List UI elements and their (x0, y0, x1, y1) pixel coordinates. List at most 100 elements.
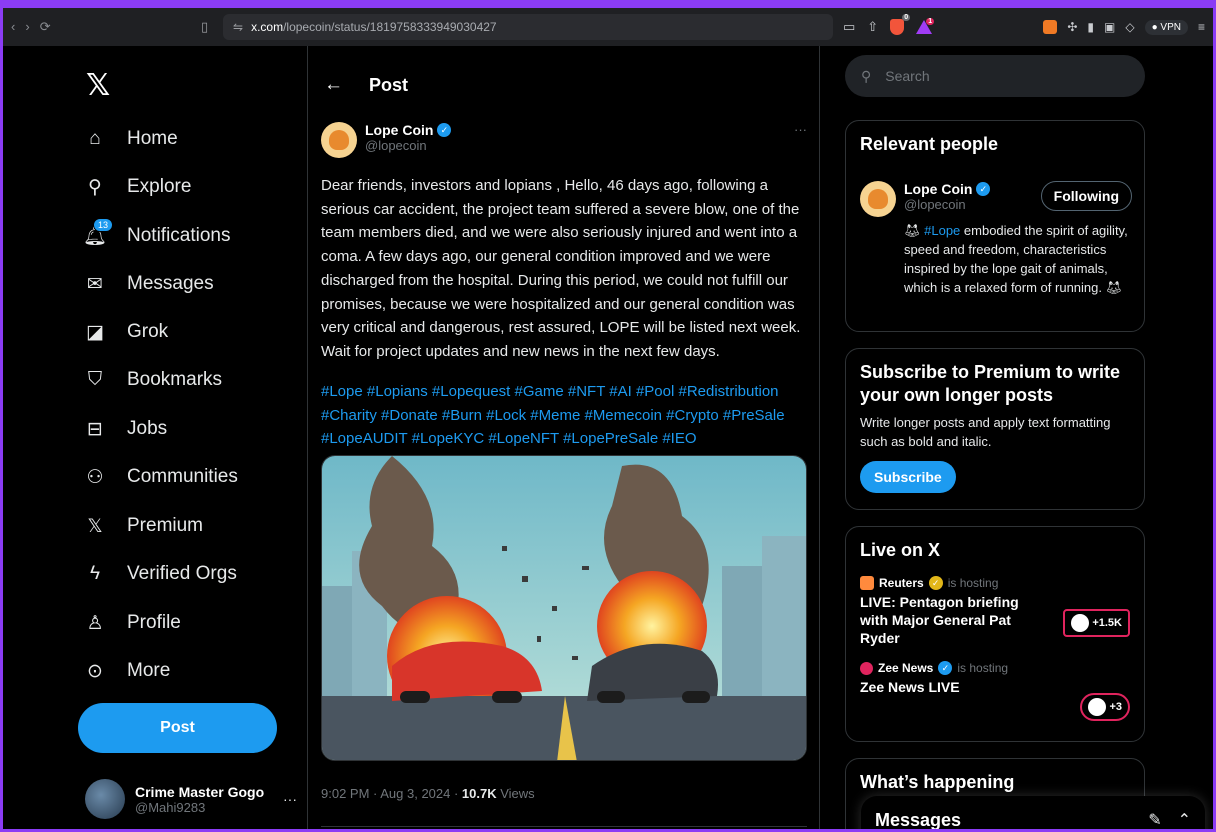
nav-label: Premium (127, 515, 204, 536)
author-name-row[interactable]: Lope Coin ✓ (365, 122, 452, 138)
live-item[interactable]: Reuters ✓ is hosting LIVE: Pentagon briefi… (860, 576, 1130, 647)
nav-label: Communities (127, 466, 238, 487)
nav-label: Grok (127, 321, 169, 342)
nav-item-profile[interactable]: ♙ Profile (83, 603, 181, 643)
more-circle-icon: ⊙ (87, 660, 103, 682)
subscribe-button[interactable]: Subscribe (860, 461, 956, 493)
post-author: Lope Coin ✓ @lopecoin ··· (321, 122, 807, 158)
live-hosting-label: is hosting (947, 576, 999, 590)
post-header: ← Post (324, 74, 408, 96)
search-box[interactable]: ⚲ (845, 55, 1145, 97)
site-settings-icon[interactable]: ⇋ (233, 20, 243, 34)
new-message-icon[interactable]: ✎ (1148, 810, 1161, 829)
post-text: Dear friends, investors and lopians , He… (321, 177, 801, 360)
tab-icon[interactable]: ▣ (1104, 20, 1115, 34)
verified-badge-icon: ✓ (437, 123, 452, 137)
back-arrow-icon[interactable]: ← (324, 74, 343, 96)
wallet-icon[interactable]: ◇ (1125, 20, 1134, 34)
cast-icon[interactable]: ▭ (843, 19, 855, 35)
person-handle: @lopecoin (904, 197, 966, 212)
nav-label: Profile (127, 612, 181, 633)
person-name-row[interactable]: Lope Coin ✓ (904, 181, 991, 197)
following-button[interactable]: Following (1040, 181, 1132, 211)
premium-card: Subscribe to Premium to write your own l… (845, 348, 1145, 510)
nav-item-jobs[interactable]: ⊟ Jobs (83, 409, 167, 449)
messages-drawer-title: Messages (875, 809, 962, 830)
expand-icon[interactable]: ⌃ (1178, 810, 1191, 829)
menu-icon[interactable]: ≡ (1198, 20, 1205, 34)
left-navigation: 𝕏 ⌂ Home ⚲ Explore 🔔︎ 13 Notifications ✉ … (63, 46, 307, 829)
person-avatar[interactable] (860, 181, 896, 217)
vpn-button[interactable]: ● VPN (1144, 19, 1188, 35)
back-icon[interactable]: ‹ (11, 19, 15, 35)
nav-item-home[interactable]: ⌂ Home (83, 119, 178, 159)
sidebar-toggle-icon[interactable]: ▮ (1087, 20, 1094, 34)
brave-rewards-icon[interactable]: 1 (916, 18, 935, 34)
url-host: x.com (251, 20, 284, 34)
nav-item-explore[interactable]: ⚲ Explore (83, 167, 191, 207)
nav-label: Notifications (127, 225, 231, 246)
listener-count-value: +1.5K (1092, 617, 1122, 629)
nav-item-messages[interactable]: ✉ Messages (83, 264, 214, 304)
author-handle[interactable]: @lopecoin (365, 138, 451, 153)
nav-label: Home (127, 128, 178, 149)
listener-count: +3 (1080, 693, 1130, 721)
extensions-bar: ✣ ▮ ▣ ◇ ● VPN ≡ (1043, 19, 1205, 35)
x-logo-icon[interactable]: 𝕏 (86, 68, 110, 103)
reload-icon[interactable]: ⟳ (40, 19, 51, 35)
x-logo-icon: 𝕏 (87, 515, 103, 537)
reuters-logo-icon (860, 576, 874, 590)
nav-item-grok[interactable]: ◪ Grok (83, 312, 168, 352)
live-title: Zee News LIVE (860, 679, 960, 695)
fox-emoji-icon: 🦊︎ (904, 223, 921, 238)
share-icon[interactable]: ⇧ (867, 19, 878, 35)
post-meta: 9:02 PM · Aug 3, 2024 · 10.7K Views (321, 786, 535, 801)
account-handle: @Mahi9283 (135, 799, 206, 815)
bookmark-page-icon[interactable]: ▯ (201, 19, 223, 35)
post-hashtags[interactable]: #Lope #Lopians #Lopequest #Game #NFT #AI… (321, 380, 809, 451)
verified-badge-icon: ✓ (938, 661, 953, 675)
url-path: /lopecoin/status/1819758333949030427 (283, 20, 497, 34)
messages-drawer[interactable]: Messages ✎ ⌃ (861, 796, 1205, 830)
forward-icon[interactable]: › (25, 19, 29, 35)
post-button[interactable]: Post (78, 703, 277, 753)
post-more-icon[interactable]: ··· (794, 122, 807, 158)
nav-item-more[interactable]: ⊙ More (83, 651, 170, 691)
post-timestamp[interactable]: 9:02 PM · Aug 3, 2024 · (321, 786, 462, 801)
address-bar[interactable]: ⇋ x.com/lopecoin/status/1819758333949030… (223, 14, 833, 40)
zee-news-logo-icon (860, 661, 873, 675)
people-icon: ⚇ (86, 466, 104, 488)
bio-hashtag[interactable]: #Lope (924, 223, 960, 238)
browser-nav: ‹ › ⟳ (11, 19, 91, 35)
person-icon: ♙ (86, 612, 104, 634)
extensions-icon[interactable]: ✣ (1067, 20, 1077, 34)
person-name: Lope Coin (904, 181, 973, 197)
post-column: ← Post Lope Coin ✓ @lopecoin ··· Dear fri… (307, 46, 820, 829)
verified-badge-icon: ✓ (928, 576, 943, 590)
nav-item-verified-orgs[interactable]: ϟ Verified Orgs (83, 554, 237, 594)
listener-avatar-icon (1088, 698, 1107, 716)
live-hosting-label: is hosting (957, 661, 1009, 675)
live-item[interactable]: Zee News ✓ is hosting Zee News LIVE +3 (860, 661, 1130, 721)
bell-icon: 🔔︎ 13 (83, 218, 113, 248)
nav-item-communities[interactable]: ⚇ Communities (83, 457, 238, 497)
brave-shield-icon[interactable]: 0 (890, 14, 911, 35)
search-input[interactable] (885, 68, 1106, 84)
live-host-row: Zee News ✓ is hosting (860, 661, 1130, 675)
nav-label: More (127, 660, 171, 681)
notification-badge: 13 (92, 218, 113, 232)
nav-item-premium[interactable]: 𝕏 Premium (83, 506, 203, 546)
right-sidebar: ⚲ Relevant people Lope Coin✓ @lopecoin F… (845, 46, 1145, 829)
nav-item-notifications[interactable]: 🔔︎ 13 Notifications (83, 216, 231, 256)
account-switcher[interactable]: Crime Master Gogo @Mahi9283 ··· (85, 779, 297, 819)
briefcase-icon: ⊟ (87, 418, 103, 440)
browser-toolbar: ‹ › ⟳ ▯ ⇋ x.com/lopecoin/status/18197583… (3, 8, 1213, 46)
post-actions: ◯ ⇄ ♡ ⛉ ⇧ (321, 826, 807, 829)
post-image[interactable] (321, 455, 807, 761)
alert-count: 1 (926, 18, 935, 25)
relevant-person: Lope Coin ✓ @lopecoin Following 🦊︎ #Lope … (860, 181, 1132, 297)
metamask-icon[interactable] (1043, 20, 1058, 34)
views-label: Views (496, 786, 535, 801)
nav-item-bookmarks[interactable]: ⛉ Bookmarks (83, 360, 222, 400)
author-avatar[interactable] (321, 122, 357, 158)
